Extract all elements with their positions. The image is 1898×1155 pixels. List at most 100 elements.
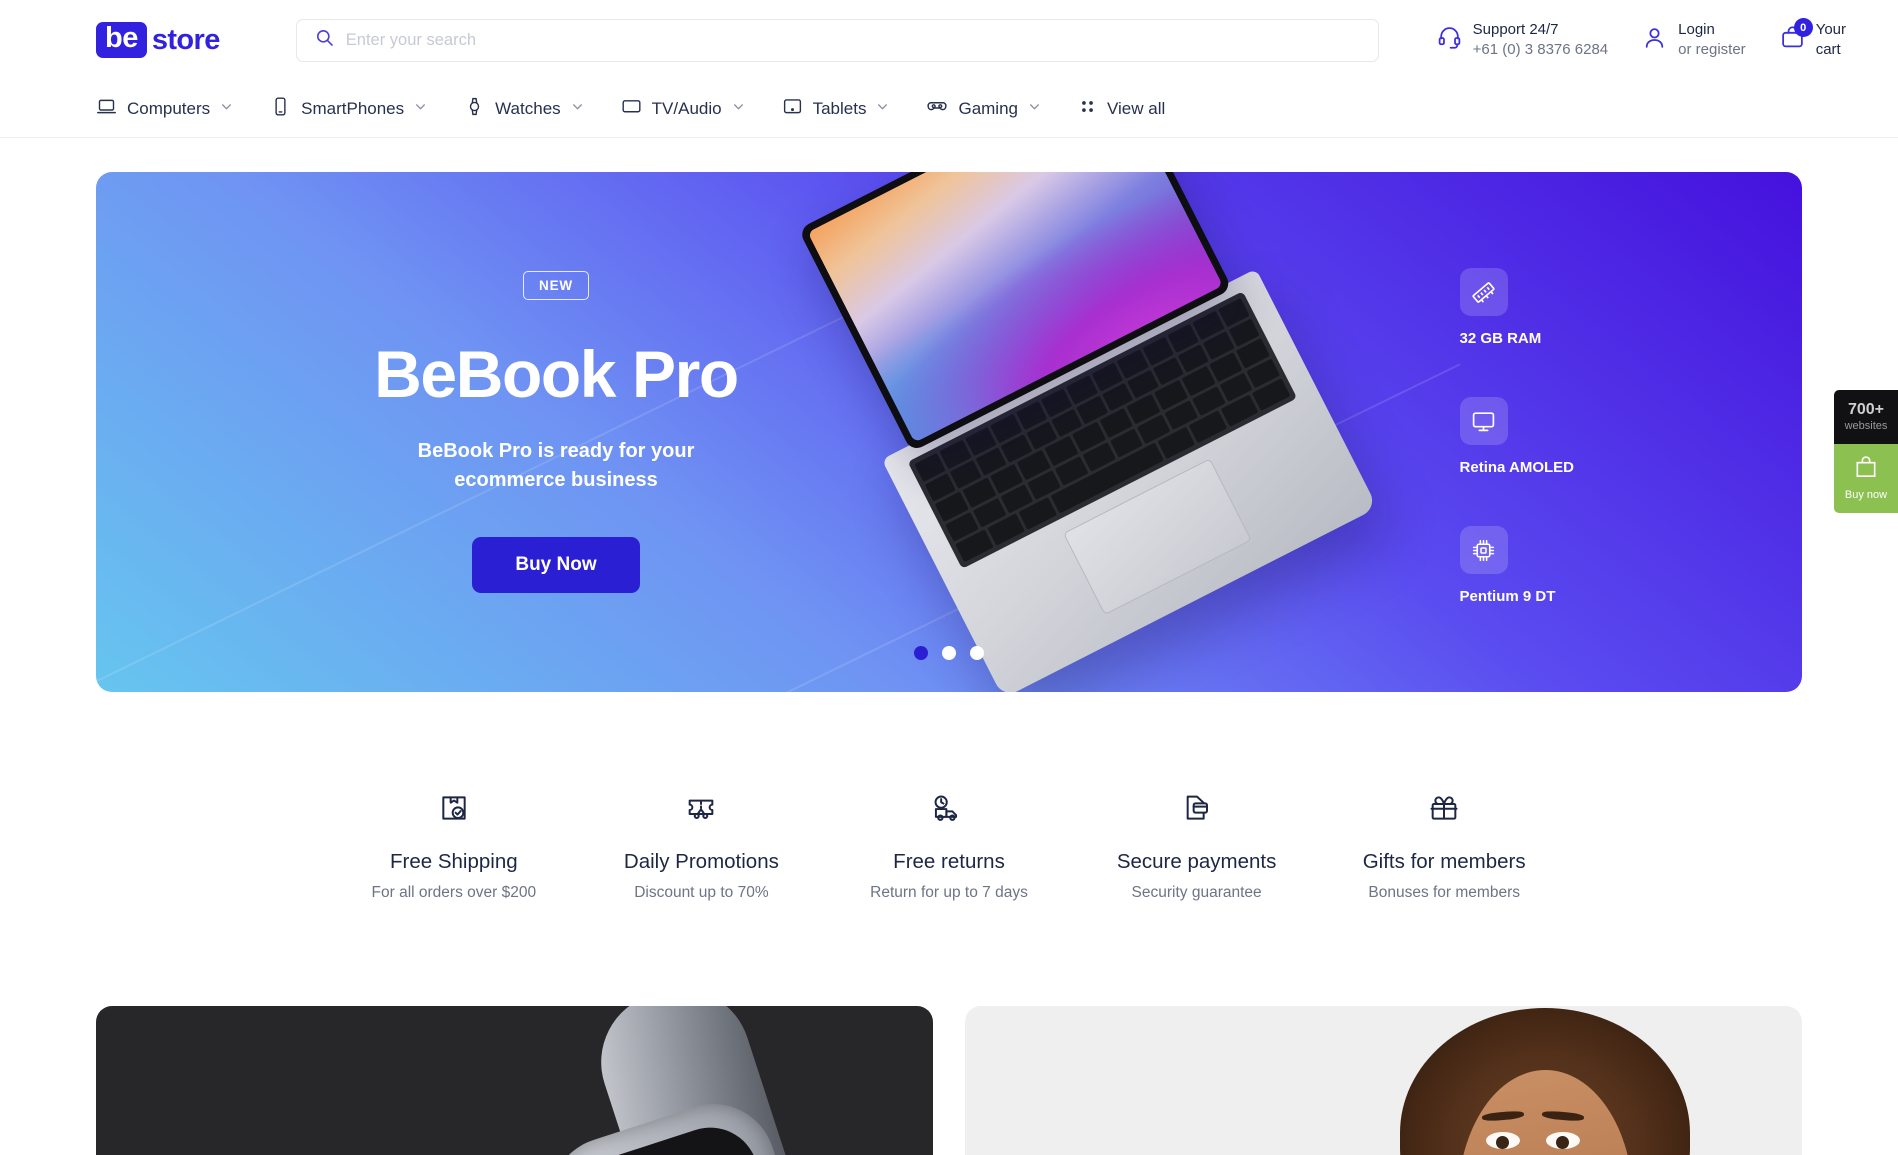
user-icon xyxy=(1642,25,1667,55)
feature-subtitle: For all orders over $200 xyxy=(371,884,537,901)
cart-title: Your xyxy=(1815,20,1846,38)
hero-subtitle: BeBook Pro is ready for your ecommerce b… xyxy=(417,440,695,492)
hero-spec-item: Retina AMOLED xyxy=(1459,397,1574,476)
nav-item-smartphones[interactable]: SmartPhones xyxy=(270,96,427,122)
phone-icon xyxy=(270,96,291,122)
chevron-down-icon xyxy=(1028,100,1041,118)
feature-title: Secure payments xyxy=(1116,850,1277,873)
cpu-chip-icon xyxy=(1459,526,1508,574)
nav-label: Computers xyxy=(127,98,211,118)
feature-subtitle: Bonuses for members xyxy=(1368,884,1520,901)
chevron-down-icon xyxy=(571,100,584,118)
feature-daily-promotions: Daily Promotions Discount up to 70% xyxy=(578,788,826,902)
tablet-icon xyxy=(782,96,803,122)
support-title: Support 24/7 xyxy=(1472,20,1559,38)
chevron-down-icon xyxy=(732,100,745,118)
shopping-bag-icon xyxy=(1853,456,1879,484)
hero-spec-item: Pentium 9 DT xyxy=(1459,526,1574,605)
header-actions: Support 24/7 +61 (0) 3 8376 6284 Login o… xyxy=(1437,18,1846,61)
hero-content: NEW BeBook Pro BeBook Pro is ready for y… xyxy=(96,172,1016,692)
carousel-dot-1[interactable] xyxy=(914,646,928,660)
hero-title: BeBook Pro xyxy=(374,336,739,411)
spec-label: Pentium 9 DT xyxy=(1459,588,1556,605)
portrait-photo xyxy=(1400,1008,1690,1155)
monitor-icon xyxy=(1459,397,1508,445)
nav-item-gaming[interactable]: Gaming xyxy=(926,95,1041,122)
spec-label: Retina AMOLED xyxy=(1459,459,1574,476)
feature-title: Free Shipping xyxy=(389,850,518,873)
ram-stick-icon xyxy=(1459,268,1508,316)
feature-strip: Free Shipping For all orders over $200 D… xyxy=(0,788,1898,902)
brand-logo[interactable]: be store xyxy=(96,22,221,58)
nav-label: SmartPhones xyxy=(301,98,405,118)
feature-subtitle: Return for up to 7 days xyxy=(870,884,1028,901)
websites-label: websites xyxy=(1844,419,1888,432)
register-label: or register xyxy=(1678,41,1746,58)
portrait-eye xyxy=(1546,1132,1580,1149)
feature-free-returns: Free returns Return for up to 7 days xyxy=(825,788,1073,902)
watch-icon xyxy=(464,96,485,122)
chevron-down-icon xyxy=(220,100,233,118)
hero-banner: NEW BeBook Pro BeBook Pro is ready for y… xyxy=(96,172,1802,692)
cart-icon: 0 xyxy=(1780,18,1813,55)
hero-buy-now-button[interactable]: Buy Now xyxy=(472,537,640,594)
hero-spec-list: 32 GB RAM Retina AMOLED Pentium 9 DT xyxy=(1459,268,1574,605)
package-check-icon xyxy=(330,788,578,828)
feature-gifts-for-members: Gifts for members Bonuses for members xyxy=(1320,788,1568,902)
carousel-dot-3[interactable] xyxy=(970,646,984,660)
gamepad-icon xyxy=(926,95,948,122)
cart-block[interactable]: 0 Your cart xyxy=(1780,18,1846,61)
portrait-eye xyxy=(1486,1132,1520,1149)
nav-label: TV/Audio xyxy=(651,98,722,118)
promo-cards: Tue Our recommendation Our recommendatio… xyxy=(96,1006,1802,1155)
support-phone: +61 (0) 3 8376 6284 xyxy=(1472,41,1609,58)
headset-icon xyxy=(1437,25,1462,55)
floating-cta-label: Buy now xyxy=(1844,488,1888,501)
laptop-icon xyxy=(96,96,117,122)
site-header: be store Enter your search Support 24/7 … xyxy=(0,0,1898,80)
logo-badge: be xyxy=(96,22,147,58)
nav-item-view-all[interactable]: View all xyxy=(1078,97,1165,121)
storefront-page: be store Enter your search Support 24/7 … xyxy=(0,0,1898,1155)
category-nav: Computers SmartPhones Watches TV/Audio T… xyxy=(0,80,1898,138)
search-input[interactable] xyxy=(345,30,1360,50)
smartwatch-photo: Tue xyxy=(469,1006,933,1155)
nav-label: Gaming xyxy=(958,98,1018,118)
search-bar[interactable] xyxy=(295,18,1379,62)
feature-title: Daily Promotions xyxy=(623,850,779,873)
floating-widget-count-box: 700+ websites xyxy=(1834,390,1898,444)
feature-title: Gifts for members xyxy=(1362,850,1526,873)
nav-item-tablets[interactable]: Tablets xyxy=(782,96,890,122)
promo-card-portrait[interactable]: Our recommendation xyxy=(965,1006,1802,1155)
tv-icon xyxy=(621,96,642,122)
chevron-down-icon xyxy=(876,100,889,118)
logo-word: store xyxy=(151,23,221,56)
feature-free-shipping: Free Shipping For all orders over $200 xyxy=(330,788,578,902)
floating-promo-widget: 700+ websites Buy now xyxy=(1834,390,1898,513)
account-block[interactable]: Login or register xyxy=(1642,20,1746,61)
support-block[interactable]: Support 24/7 +61 (0) 3 8376 6284 xyxy=(1437,20,1609,61)
login-label: Login xyxy=(1678,20,1715,38)
promo-card-watch[interactable]: Tue Our recommendation xyxy=(96,1006,933,1155)
search-icon xyxy=(315,28,334,52)
feature-secure-payments: Secure payments Security guarantee xyxy=(1073,788,1321,902)
grid-dots-icon xyxy=(1078,97,1097,121)
nav-item-watches[interactable]: Watches xyxy=(464,96,584,122)
nav-label: Tablets xyxy=(812,98,867,118)
gift-icon xyxy=(1320,788,1568,828)
cart-subtitle: cart xyxy=(1815,41,1841,58)
floating-buy-now-button[interactable]: Buy now xyxy=(1834,443,1898,513)
feature-title: Free returns xyxy=(893,850,1005,873)
nav-label: View all xyxy=(1107,98,1166,118)
carousel-dots xyxy=(96,646,1802,660)
coupon-scissors-icon xyxy=(578,788,826,828)
carousel-dot-2[interactable] xyxy=(942,646,956,660)
nav-item-computers[interactable]: Computers xyxy=(96,96,233,122)
nav-label: Watches xyxy=(495,98,561,118)
card-shield-icon xyxy=(1073,788,1321,828)
nav-item-tv-audio[interactable]: TV/Audio xyxy=(621,96,745,122)
feature-subtitle: Discount up to 70% xyxy=(634,884,769,901)
spec-label: 32 GB RAM xyxy=(1459,330,1542,347)
chevron-down-icon xyxy=(414,100,427,118)
hero-new-badge: NEW xyxy=(523,270,589,300)
